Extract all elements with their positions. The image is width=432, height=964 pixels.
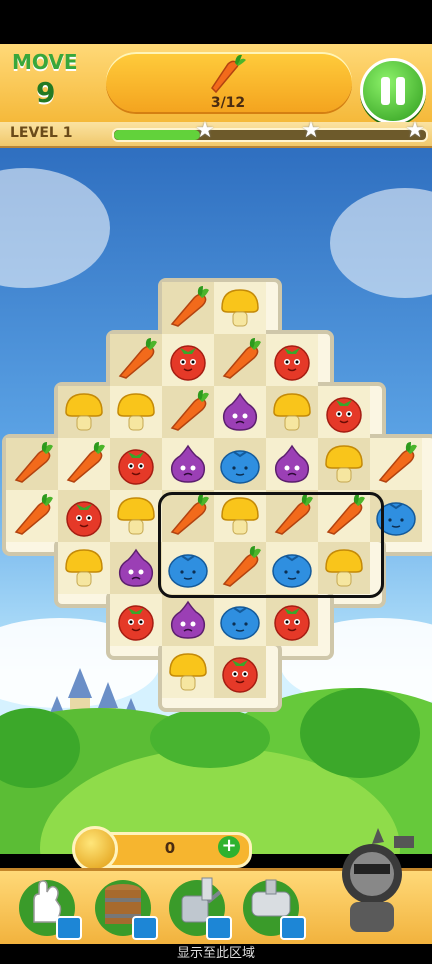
- carrot-piece[interactable]: [218, 338, 262, 382]
- star-icon: ★: [405, 118, 425, 143]
- mushroom-piece[interactable]: [62, 546, 106, 590]
- moves-label: MOVE: [12, 50, 78, 74]
- carrot-piece[interactable]: [166, 286, 210, 330]
- lock-icon: [206, 916, 232, 940]
- onion-piece[interactable]: [218, 390, 262, 434]
- onion-piece[interactable]: [114, 546, 158, 590]
- coin-icon: [72, 826, 118, 872]
- mushroom-piece[interactable]: [62, 390, 106, 434]
- hint-highlight-box: [158, 492, 384, 598]
- mushroom-piece[interactable]: [114, 390, 158, 434]
- tomato-piece[interactable]: [218, 650, 262, 694]
- tomato-piece[interactable]: [270, 598, 314, 642]
- onion-piece[interactable]: [166, 598, 210, 642]
- carrot-piece[interactable]: [62, 442, 106, 486]
- carrot-piece[interactable]: [10, 442, 54, 486]
- glove-booster-button[interactable]: [16, 872, 82, 940]
- blueberry-piece[interactable]: [218, 442, 262, 486]
- lock-icon: [132, 916, 158, 940]
- mushroom-piece[interactable]: [270, 390, 314, 434]
- onion-piece[interactable]: [270, 442, 314, 486]
- mushroom-piece[interactable]: [322, 442, 366, 486]
- goal-count: 3/12: [210, 95, 246, 111]
- tomato-piece[interactable]: [270, 338, 314, 382]
- mushroom-piece[interactable]: [218, 286, 262, 330]
- level-label: LEVEL 1: [10, 125, 72, 141]
- star-icon: ★: [195, 118, 215, 143]
- carrot-piece[interactable]: [166, 390, 210, 434]
- barrel-booster-button[interactable]: [92, 872, 158, 940]
- roller-booster-button[interactable]: [240, 872, 306, 940]
- carrot-icon: [202, 54, 250, 98]
- score-progress-fill: [114, 130, 200, 140]
- onion-piece[interactable]: [166, 442, 210, 486]
- tomato-piece[interactable]: [322, 390, 366, 434]
- lock-icon: [56, 916, 82, 940]
- tomato-piece[interactable]: [114, 442, 158, 486]
- knight-icon[interactable]: [324, 826, 420, 938]
- watering-can-booster-button[interactable]: [166, 872, 232, 940]
- star-icon: ★: [301, 118, 321, 143]
- coin-value: 0: [164, 839, 176, 857]
- carrot-piece[interactable]: [10, 494, 54, 538]
- level-number: 1: [62, 125, 73, 141]
- footer-text: 显示至此区域: [0, 944, 432, 964]
- moves-value: 9: [36, 76, 56, 109]
- carrot-piece[interactable]: [114, 338, 158, 382]
- add-coins-button[interactable]: +: [218, 836, 240, 858]
- pause-button[interactable]: [360, 58, 426, 124]
- carrot-piece[interactable]: [374, 442, 418, 486]
- pause-icon: [381, 77, 390, 105]
- mushroom-piece[interactable]: [166, 650, 210, 694]
- mushroom-piece[interactable]: [114, 494, 158, 538]
- lock-icon: [280, 916, 306, 940]
- tomato-piece[interactable]: [62, 494, 106, 538]
- blueberry-piece[interactable]: [218, 598, 262, 642]
- tomato-piece[interactable]: [166, 338, 210, 382]
- status-bar-area: [0, 0, 432, 44]
- tomato-piece[interactable]: [114, 598, 158, 642]
- level-text: LEVEL: [10, 125, 58, 141]
